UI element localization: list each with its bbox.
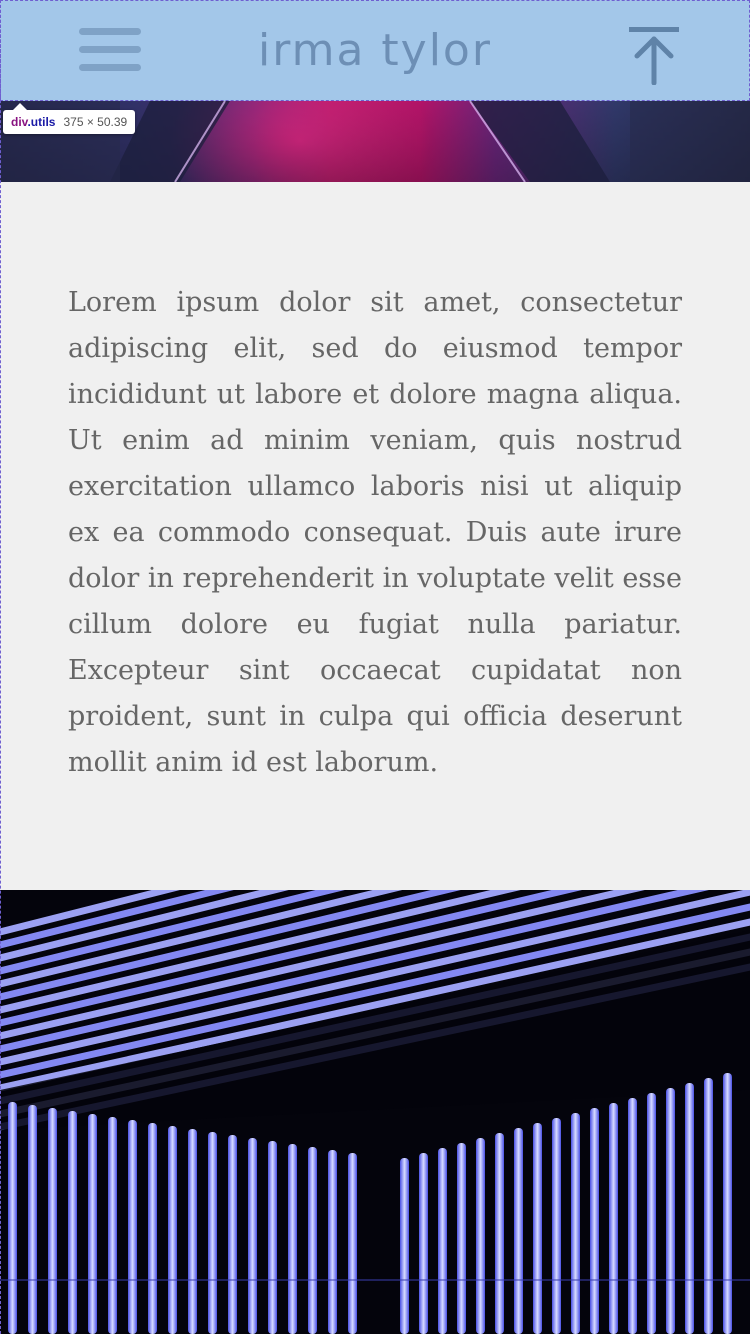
arrow-up-to-top-icon <box>629 27 679 86</box>
devtools-class: .utils <box>27 115 56 129</box>
neon-image <box>0 890 750 1334</box>
devtools-tooltip: div.utils 375 × 50.39 <box>3 103 136 134</box>
scroll-to-top-icon[interactable] <box>627 27 681 86</box>
devtools-guide-line <box>0 0 1 1334</box>
article-body: Lorem ipsum dolor sit amet, consectetur … <box>68 287 682 778</box>
devtools-dimensions: 375 × 50.39 <box>63 115 128 129</box>
devtools-tag: div <box>11 115 28 129</box>
utils-header-bar: irma tylor <box>0 0 750 101</box>
